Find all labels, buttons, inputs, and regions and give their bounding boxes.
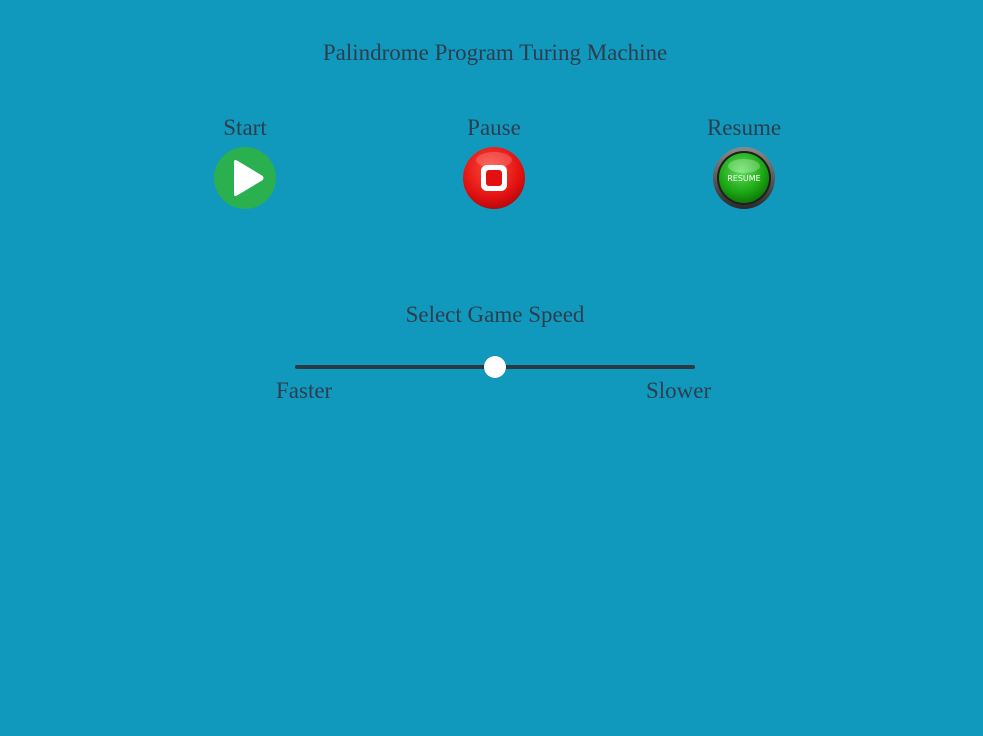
faster-label: Faster xyxy=(276,378,333,403)
resume-icon-text: RESUME xyxy=(727,174,761,183)
pause-control: Pause xyxy=(424,114,564,210)
resume-label: Resume xyxy=(706,115,782,140)
play-icon xyxy=(214,147,276,209)
start-label: Start xyxy=(223,115,267,140)
pause-label: Pause xyxy=(467,115,521,140)
pause-button[interactable] xyxy=(462,146,526,210)
slider-thumb[interactable] xyxy=(484,356,506,378)
stop-icon xyxy=(463,147,525,209)
start-control: Start xyxy=(175,114,315,210)
resume-control: Resume RESUME xyxy=(674,114,814,210)
resume-button[interactable]: RESUME xyxy=(712,146,776,210)
resume-icon: RESUME xyxy=(713,147,775,209)
start-button[interactable] xyxy=(213,146,277,210)
speed-slider[interactable] xyxy=(295,356,695,378)
page-title: Palindrome Program Turing Machine xyxy=(322,40,668,65)
slower-label: Slower xyxy=(646,378,712,403)
speed-label: Select Game Speed xyxy=(405,302,585,327)
